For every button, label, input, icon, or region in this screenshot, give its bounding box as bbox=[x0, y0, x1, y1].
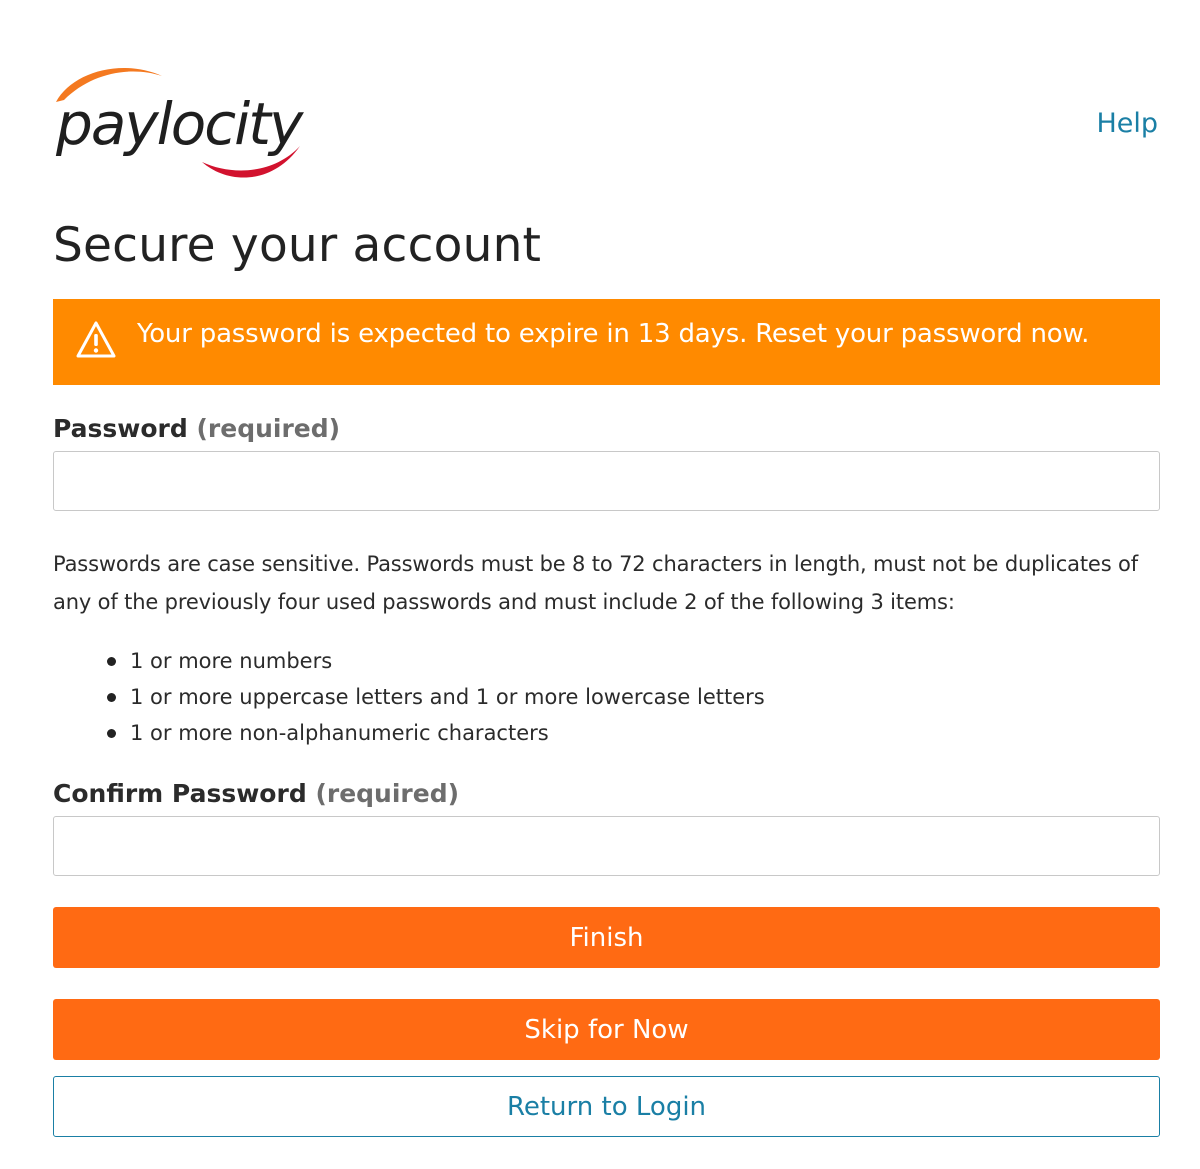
skip-for-now-button[interactable]: Skip for Now bbox=[53, 999, 1160, 1060]
password-expiry-alert: Your password is expected to expire in 1… bbox=[53, 299, 1160, 385]
password-required-text: (required) bbox=[196, 414, 341, 443]
warning-icon bbox=[76, 321, 116, 358]
return-to-login-button[interactable]: Return to Login bbox=[53, 1076, 1160, 1137]
rule-item-numbers: 1 or more numbers bbox=[107, 643, 765, 679]
password-rules-description: Passwords are case sensitive. Passwords … bbox=[53, 552, 1138, 614]
rule-item-case: 1 or more uppercase letters and 1 or mor… bbox=[107, 679, 765, 715]
password-label: Password (required) bbox=[53, 414, 340, 443]
finish-button[interactable]: Finish bbox=[53, 907, 1160, 968]
rule-item-nonalphanumeric: 1 or more non-alphanumeric characters bbox=[107, 715, 765, 751]
help-link[interactable]: Help bbox=[1096, 108, 1158, 139]
page-title: Secure your account bbox=[53, 218, 542, 273]
password-rules-list: 1 or more numbers 1 or more uppercase le… bbox=[107, 643, 765, 751]
paylocity-logo: paylocity bbox=[52, 62, 312, 188]
confirm-password-label: Confirm Password (required) bbox=[53, 779, 459, 808]
alert-message: Your password is expected to expire in 1… bbox=[137, 319, 1090, 349]
confirm-password-input[interactable] bbox=[53, 816, 1160, 876]
confirm-password-required-text: (required) bbox=[315, 779, 460, 808]
password-input[interactable] bbox=[53, 451, 1160, 511]
password-label-text: Password bbox=[53, 414, 188, 443]
logo-wordmark: paylocity bbox=[55, 90, 304, 158]
confirm-password-label-text: Confirm Password bbox=[53, 779, 307, 808]
